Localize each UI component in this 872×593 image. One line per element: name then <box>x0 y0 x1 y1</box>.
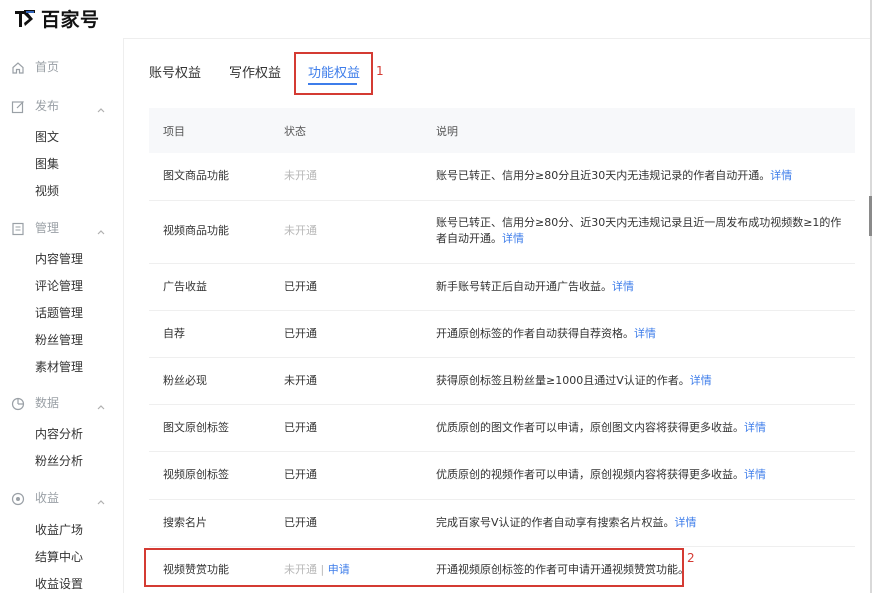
column-header-status: 状态 <box>284 125 306 138</box>
sidebar-item-gallery[interactable]: 图集 <box>35 155 59 172</box>
detail-link[interactable]: 详情 <box>634 327 656 340</box>
row-description-text: 账号已转正、信用分≥80分且近30天内无违规记录的作者自动开通。 <box>436 169 771 182</box>
table-header: 项目 状态 说明 <box>149 108 855 153</box>
document-icon <box>11 221 25 236</box>
sidebar-item-income-settings[interactable]: 收益设置 <box>35 575 83 592</box>
sidebar-section-label: 发布 <box>35 99 60 113</box>
annotation-label-2: 2 <box>687 551 695 565</box>
row-item: 图文商品功能 <box>163 169 229 182</box>
row-item: 图文原创标签 <box>163 421 229 434</box>
row-description: 获得原创标签且粉丝量≥1000且通过V认证的作者。详情 <box>436 373 846 389</box>
row-status: 未开通 <box>284 224 317 237</box>
baijiahao-logo-icon <box>13 7 37 29</box>
sidebar-section-label: 收益 <box>35 491 60 505</box>
sidebar-section-label: 数据 <box>35 396 60 410</box>
detail-link[interactable]: 详情 <box>612 280 634 293</box>
row-item: 视频商品功能 <box>163 224 229 237</box>
chevron-up-icon <box>96 100 106 113</box>
row-description: 新手账号转正后自动开通广告收益。详情 <box>436 279 846 295</box>
row-item: 自荐 <box>163 327 185 340</box>
sidebar-item-settlement[interactable]: 结算中心 <box>35 548 83 565</box>
home-icon <box>11 60 25 74</box>
table-row: 粉丝必现 未开通 获得原创标签且粉丝量≥1000且通过V认证的作者。详情 <box>149 358 855 405</box>
sidebar-item-fans-analysis[interactable]: 粉丝分析 <box>35 452 83 469</box>
sidebar-section-data[interactable]: 数据 <box>0 391 123 415</box>
detail-link[interactable]: 详情 <box>502 232 524 245</box>
brand-name: 百家号 <box>41 8 100 31</box>
pie-chart-icon <box>11 396 25 411</box>
sidebar-item-home[interactable]: 首页 <box>0 55 123 79</box>
row-status: 已开通 <box>284 280 317 293</box>
detail-link[interactable]: 详情 <box>675 516 697 529</box>
table-row: 广告收益 已开通 新手账号转正后自动开通广告收益。详情 <box>149 264 855 311</box>
row-description-text: 获得原创标签且粉丝量≥1000且通过V认证的作者。 <box>436 374 690 387</box>
row-status: 已开通 <box>284 516 317 529</box>
detail-link[interactable]: 详情 <box>690 374 712 387</box>
row-description: 完成百家号V认证的作者自动享有搜索名片权益。详情 <box>436 515 846 531</box>
table-row: 视频商品功能 未开通 账号已转正、信用分≥80分、近30天内无违规记录且近一周发… <box>149 201 855 264</box>
table-row: 图文原创标签 已开通 优质原创的图文作者可以申请，原创图文内容将获得更多收益。详… <box>149 405 855 452</box>
row-status: 已开通 <box>284 327 317 340</box>
annotation-box-1 <box>294 52 373 95</box>
row-description-text: 新手账号转正后自动开通广告收益。 <box>436 280 612 293</box>
sidebar-item-content-analysis[interactable]: 内容分析 <box>35 425 83 442</box>
column-header-item: 项目 <box>163 125 185 138</box>
chevron-up-icon <box>96 222 106 235</box>
row-description-text: 优质原创的图文作者可以申请，原创图文内容将获得更多收益。 <box>436 421 744 434</box>
chevron-up-icon <box>96 492 106 505</box>
detail-link[interactable]: 详情 <box>744 468 766 481</box>
row-description-text: 优质原创的视频作者可以申请，原创视频内容将获得更多收益。 <box>436 468 744 481</box>
detail-link[interactable]: 详情 <box>744 421 766 434</box>
edit-icon <box>11 99 25 114</box>
row-item: 视频原创标签 <box>163 468 229 481</box>
tab-writing-rights[interactable]: 写作权益 <box>229 62 281 81</box>
coin-icon <box>11 491 25 506</box>
sidebar-section-income[interactable]: 收益 <box>0 486 123 510</box>
sidebar-item-video[interactable]: 视频 <box>35 182 59 199</box>
sidebar-item-comment-manage[interactable]: 评论管理 <box>35 277 83 294</box>
sidebar-item-label: 首页 <box>35 60 60 74</box>
sidebar-section-publish[interactable]: 发布 <box>0 94 123 118</box>
row-status: 未开通 <box>284 169 317 182</box>
row-status: 已开通 <box>284 468 317 481</box>
row-item: 搜索名片 <box>163 516 207 529</box>
sidebar-item-topic-manage[interactable]: 话题管理 <box>35 304 83 321</box>
table-row: 视频原创标签 已开通 优质原创的视频作者可以申请，原创视频内容将获得更多收益。详… <box>149 452 855 500</box>
annotation-box-2 <box>144 548 684 587</box>
table-row: 自荐 已开通 开通原创标签的作者自动获得自荐资格。详情 <box>149 311 855 358</box>
sidebar-section-manage[interactable]: 管理 <box>0 216 123 240</box>
tab-account-rights[interactable]: 账号权益 <box>149 62 201 81</box>
annotation-label-1: 1 <box>376 64 384 78</box>
row-item: 广告收益 <box>163 280 207 293</box>
row-status: 已开通 <box>284 421 317 434</box>
row-description: 优质原创的视频作者可以申请，原创视频内容将获得更多收益。详情 <box>436 467 846 483</box>
row-item: 粉丝必现 <box>163 374 207 387</box>
row-description-text: 完成百家号V认证的作者自动享有搜索名片权益。 <box>436 516 675 529</box>
sidebar-item-image-text[interactable]: 图文 <box>35 128 59 145</box>
row-description: 优质原创的图文作者可以申请，原创图文内容将获得更多收益。详情 <box>436 420 846 436</box>
sidebar-item-content-manage[interactable]: 内容管理 <box>35 250 83 267</box>
row-description: 开通原创标签的作者自动获得自荐资格。详情 <box>436 326 846 342</box>
column-header-description: 说明 <box>436 125 458 138</box>
sidebar: 首页 发布 图文 图集 视频 管理 内容管理 评论管理 话题管理 粉丝管理 素材… <box>0 38 124 593</box>
table-row: 图文商品功能 未开通 账号已转正、信用分≥80分且近30天内无违规记录的作者自动… <box>149 153 855 201</box>
row-description: 账号已转正、信用分≥80分且近30天内无违规记录的作者自动开通。详情 <box>436 168 846 184</box>
sidebar-item-income-plaza[interactable]: 收益广场 <box>35 521 83 538</box>
row-description: 账号已转正、信用分≥80分、近30天内无违规记录且近一周发布成功视频数≥1的作者… <box>436 215 846 247</box>
row-status: 未开通 <box>284 374 317 387</box>
row-description-text: 开通原创标签的作者自动获得自荐资格。 <box>436 327 634 340</box>
top-header: 百家号 <box>0 0 872 39</box>
brand-logo[interactable]: 百家号 <box>13 5 100 31</box>
row-description-text: 账号已转正、信用分≥80分、近30天内无违规记录且近一周发布成功视频数≥1的作者… <box>436 216 842 245</box>
sidebar-section-label: 管理 <box>35 221 60 235</box>
chevron-up-icon <box>96 397 106 410</box>
detail-link[interactable]: 详情 <box>770 169 792 182</box>
table-row: 搜索名片 已开通 完成百家号V认证的作者自动享有搜索名片权益。详情 <box>149 500 855 547</box>
sidebar-item-material-manage[interactable]: 素材管理 <box>35 358 83 375</box>
sidebar-item-fans-manage[interactable]: 粉丝管理 <box>35 331 83 348</box>
